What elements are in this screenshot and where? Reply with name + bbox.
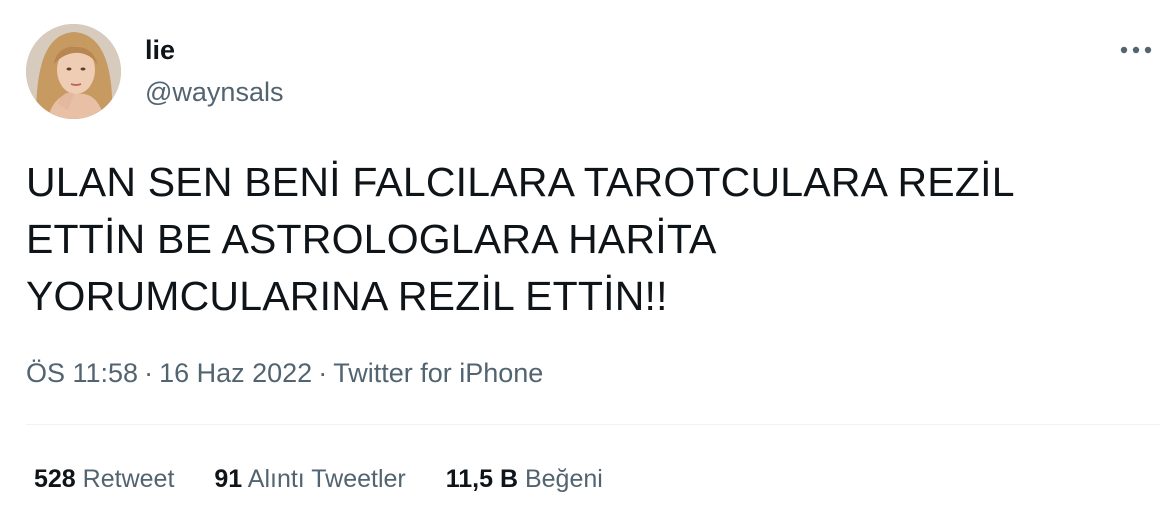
tweet-card: lie @waynsals ULAN SEN BENİ FALCILARA TA… [0, 0, 1176, 530]
retweet-label: Retweet [82, 465, 175, 493]
quote-label: Alıntı Tweetler [247, 465, 406, 493]
tweet-time[interactable]: ÖS 11:58 [26, 358, 138, 388]
tweet-text: ULAN SEN BENİ FALCILARA TAROTCULARA REZİ… [26, 159, 1015, 319]
tweet-date[interactable]: 16 Haz 2022 [159, 358, 312, 388]
more-horizontal-icon [1120, 46, 1152, 54]
tweet-source[interactable]: Twitter for iPhone [333, 358, 543, 388]
retweet-count: 528 [34, 465, 76, 493]
like-count: 11,5 B [445, 465, 519, 493]
tweet-metadata: ÖS 11:58 · 16 Haz 2022 · Twitter for iPhone [26, 355, 543, 391]
more-options-button[interactable] [1116, 38, 1156, 62]
profile-photo-icon [26, 24, 121, 119]
avatar[interactable] [26, 24, 121, 119]
like-count-link[interactable]: 11,5 B Beğeni [446, 462, 603, 496]
retweet-count-link[interactable]: 528 Retweet [34, 462, 174, 496]
separator-dot: · [144, 358, 154, 388]
quote-count-link[interactable]: 91 Alıntı Tweetler [214, 462, 405, 496]
author-name[interactable]: lie [145, 33, 175, 67]
tweet-stats: 528 Retweet 91 Alıntı Tweetler 11,5 B Be… [34, 462, 603, 496]
like-label: Beğeni [524, 465, 603, 493]
separator-dot: · [318, 358, 328, 388]
divider [26, 424, 1160, 425]
quote-count: 91 [214, 465, 243, 493]
author-handle[interactable]: @waynsals [145, 75, 283, 109]
